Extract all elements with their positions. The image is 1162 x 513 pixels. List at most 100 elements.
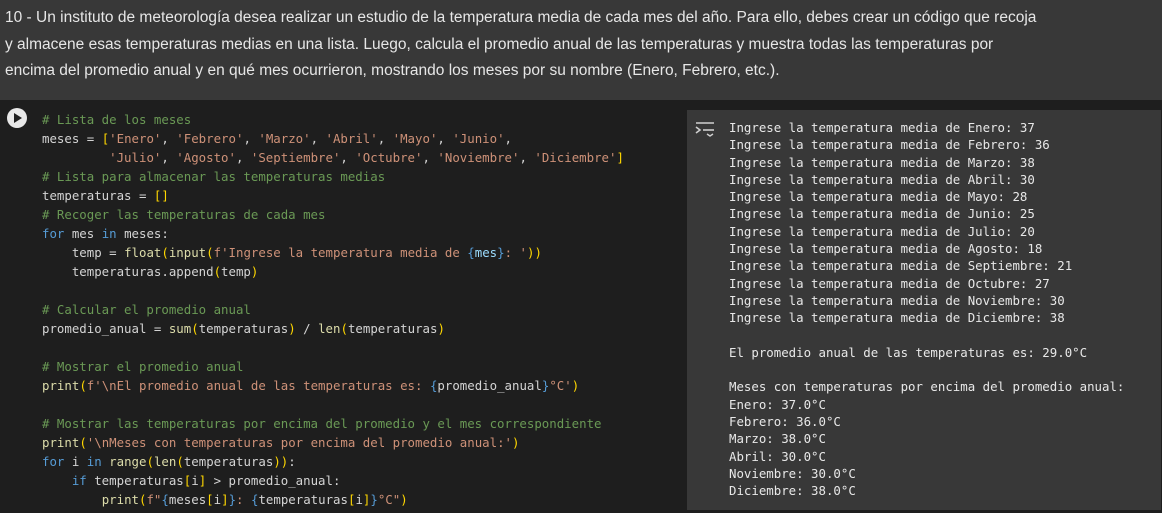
code-token: ( xyxy=(340,321,348,336)
code-token: : xyxy=(236,492,251,507)
code-token: > promedio_anual: xyxy=(206,473,341,488)
code-token: float xyxy=(124,245,162,260)
code-token: ( xyxy=(191,321,199,336)
code-token: 'Diciembre' xyxy=(534,150,617,165)
code-token: # Lista para almacenar las temperaturas … xyxy=(42,169,386,184)
code-token: temperaturas xyxy=(86,473,184,488)
output-line: Febrero: 36.0°C xyxy=(729,414,841,430)
code-token: promedio_anual = xyxy=(42,321,169,336)
code-line[interactable]: meses = ['Enero', 'Febrero', 'Marzo', 'A… xyxy=(42,129,682,148)
code-token: f" xyxy=(146,492,162,507)
output-line: Ingrese la temperatura media de Octubre:… xyxy=(729,275,1050,291)
output-line: Noviembre: 30.0°C xyxy=(729,465,856,481)
code-line[interactable]: temperaturas.append(temp) xyxy=(42,262,682,281)
code-token: ) xyxy=(512,435,520,450)
output-line: Meses con temperaturas por encima del pr… xyxy=(729,379,1125,395)
code-token: temperaturas.append xyxy=(42,264,214,279)
output-line: Ingrese la temperatura media de Junio: 2… xyxy=(729,206,1035,222)
code-token: i xyxy=(213,492,222,507)
code-token: print xyxy=(101,492,139,507)
code-token: 'Septiembre' xyxy=(250,150,341,165)
code-token: ( xyxy=(146,454,154,469)
code-token: 'Mayo' xyxy=(392,131,438,146)
code-token: temp xyxy=(221,264,251,279)
code-token: } xyxy=(370,492,378,507)
code-line[interactable]: for mes in meses: xyxy=(42,224,682,243)
code-line[interactable] xyxy=(42,395,682,414)
code-line[interactable]: for i in range(len(temperaturas)): xyxy=(42,452,682,471)
code-token: len xyxy=(318,321,341,336)
code-token: ( xyxy=(79,435,87,450)
code-line[interactable]: print(f'\nEl promedio anual de las tempe… xyxy=(42,376,682,395)
output-line: Abril: 30.0°C xyxy=(729,448,826,464)
code-line[interactable]: temp = float(input(f'Ingrese la temperat… xyxy=(42,243,682,262)
output-line: Ingrese la temperatura media de Noviembr… xyxy=(729,292,1065,308)
code-token: i xyxy=(355,492,363,507)
output-expand-icon[interactable] xyxy=(694,121,716,137)
code-token: 'Febrero' xyxy=(176,131,244,146)
code-token: f'\nEl promedio anual de las temperatura… xyxy=(86,378,430,393)
exercise-statement: 10 - Un instituto de meteorología desea … xyxy=(5,9,1037,79)
code-token: # Mostrar el promedio anual xyxy=(42,359,244,374)
code-token: # Mostrar las temperaturas por encima de… xyxy=(42,416,602,431)
code-line[interactable]: # Lista para almacenar las temperaturas … xyxy=(42,167,682,186)
output-line: Ingrese la temperatura media de Marzo: 3… xyxy=(729,154,1035,170)
code-editor[interactable]: # Lista de los meses meses = ['Enero', 'F… xyxy=(42,110,682,513)
code-token: ) xyxy=(288,321,296,336)
cell-output: Ingrese la temperatura media de Enero: 3… xyxy=(729,119,1159,500)
code-token: ] xyxy=(221,492,229,507)
code-token: 'Agosto' xyxy=(176,150,236,165)
code-token: , xyxy=(340,150,356,165)
output-line: Ingrese la temperatura media de Febrero:… xyxy=(729,137,1050,153)
code-token: / xyxy=(295,321,319,336)
code-line[interactable]: # Calcular el promedio anual xyxy=(42,300,682,319)
code-token: , xyxy=(519,150,535,165)
code-token: meses = xyxy=(42,131,102,146)
code-token: 'Julio' xyxy=(109,150,162,165)
code-token: , xyxy=(422,150,438,165)
code-line[interactable]: if temperaturas[i] > promedio_anual: xyxy=(42,471,682,490)
code-token: i xyxy=(191,473,199,488)
code-token: )) xyxy=(526,245,542,260)
code-line[interactable]: temperaturas = [] xyxy=(42,186,682,205)
code-token: sum xyxy=(168,321,192,336)
code-token: ( xyxy=(176,454,184,469)
code-token: , xyxy=(161,131,177,146)
code-token: 'Junio' xyxy=(452,131,505,146)
run-cell-button[interactable] xyxy=(7,108,27,128)
code-line[interactable]: promedio_anual = sum(temperaturas) / len… xyxy=(42,319,682,338)
code-token: ] xyxy=(616,150,624,165)
code-line[interactable]: 'Julio', 'Agosto', 'Septiembre', 'Octubr… xyxy=(42,148,682,167)
code-token: len xyxy=(153,454,177,469)
code-line[interactable]: print(f"{meses[i]}: {temperaturas[i]}°C"… xyxy=(42,490,682,509)
code-token: temperaturas xyxy=(183,454,274,469)
code-token: , xyxy=(243,131,259,146)
code-line[interactable]: # Mostrar el promedio anual xyxy=(42,357,682,376)
code-token: if xyxy=(71,473,87,488)
code-token: temperaturas xyxy=(198,321,289,336)
code-line[interactable]: # Mostrar las temperaturas por encima de… xyxy=(42,414,682,433)
code-token: ) xyxy=(437,321,445,336)
code-token: ) xyxy=(400,492,408,507)
code-line[interactable]: print('\nMeses con temperaturas por enci… xyxy=(42,433,682,452)
code-token: promedio_anual xyxy=(437,378,542,393)
code-line[interactable] xyxy=(42,281,682,300)
code-token: [] xyxy=(153,188,169,203)
code-token: f'Ingrese la temperatura media de xyxy=(213,245,468,260)
code-line[interactable] xyxy=(42,338,682,357)
code-token: temperaturas = xyxy=(42,188,154,203)
code-token: input xyxy=(168,245,207,260)
code-token: 'Noviembre' xyxy=(437,150,520,165)
markdown-cell[interactable]: 10 - Un instituto de meteorología desea … xyxy=(0,0,1162,100)
code-line[interactable]: # Lista de los meses xyxy=(42,110,682,129)
code-token: ( xyxy=(161,245,169,260)
code-token: meses xyxy=(168,492,207,507)
code-token: 'Marzo' xyxy=(258,131,311,146)
code-line[interactable]: # Recoger las temperaturas de cada mes xyxy=(42,205,682,224)
code-token: , xyxy=(377,131,393,146)
code-token: mes xyxy=(474,245,498,260)
code-token: # Calcular el promedio anual xyxy=(42,302,251,317)
code-token: print xyxy=(42,378,80,393)
